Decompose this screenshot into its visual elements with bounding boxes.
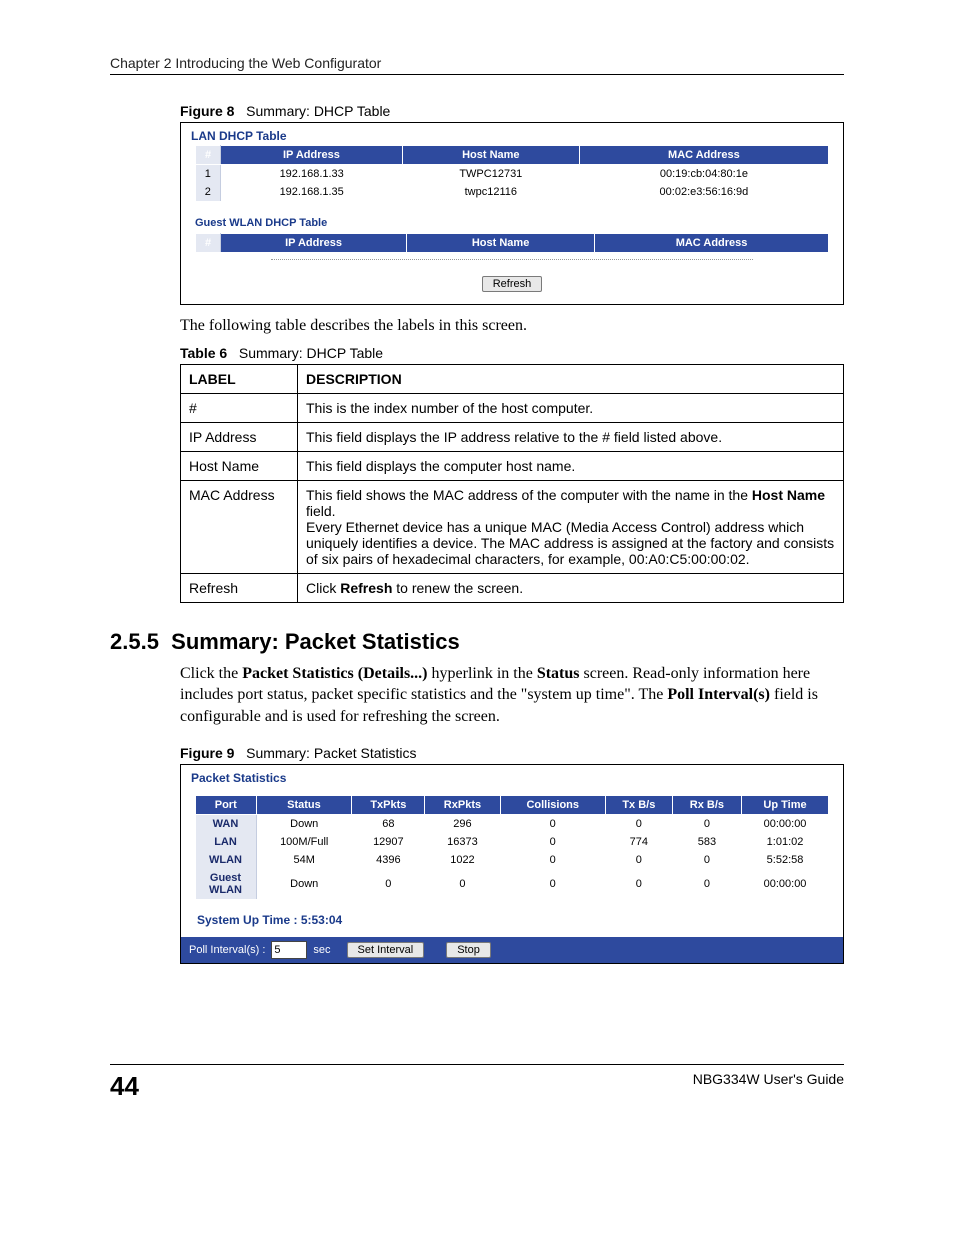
figure8-caption: Figure 8 Summary: DHCP Table — [180, 103, 844, 119]
chapter-title: Chapter 2 Introducing the Web Configurat… — [110, 55, 381, 71]
col-host: Host Name — [402, 146, 579, 165]
head-label: LABEL — [181, 364, 298, 393]
lan-dhcp-table: # IP Address Host Name MAC Address 1 192… — [195, 145, 829, 201]
table6-caption: Table 6 Summary: DHCP Table — [180, 345, 844, 361]
table6: LABEL DESCRIPTION # This is the index nu… — [180, 364, 844, 603]
figure8-screenshot: LAN DHCP Table # IP Address Host Name MA… — [180, 122, 844, 305]
table-row: WLAN54M439610220005:52:58 — [196, 851, 829, 869]
chapter-header: Chapter 2 Introducing the Web Configurat… — [110, 55, 844, 75]
packet-stats-table: Port Status TxPkts RxPkts Collisions Tx … — [195, 795, 829, 899]
figure9-screenshot: Packet Statistics Port Status TxPkts RxP… — [180, 764, 844, 964]
poll-footer: Poll Interval(s) : sec Set Interval Stop — [181, 937, 843, 963]
between-text: The following table describes the labels… — [180, 315, 844, 337]
table-row: 2 192.168.1.35 twpc12116 00:02:e3:56:16:… — [196, 183, 829, 201]
guest-wlan-dhcp-title: Guest WLAN DHCP Table — [181, 207, 843, 233]
refresh-button[interactable]: Refresh — [482, 276, 543, 292]
system-up-time: System Up Time : 5:53:04 — [181, 909, 843, 937]
stop-button[interactable]: Stop — [446, 942, 491, 958]
table-row: Host Name This field displays the comput… — [181, 451, 844, 480]
table-row: MAC Address This field shows the MAC add… — [181, 480, 844, 573]
lan-dhcp-title: LAN DHCP Table — [181, 123, 843, 145]
col-num: # — [196, 146, 221, 165]
figure9-caption: Figure 9 Summary: Packet Statistics — [180, 745, 844, 761]
poll-interval-input[interactable] — [271, 941, 307, 959]
section-heading: 2.5.5 Summary: Packet Statistics — [110, 629, 844, 655]
table-row: LAN100M/Full129071637307745831:01:02 — [196, 833, 829, 851]
poll-unit: sec — [313, 944, 330, 956]
table-row: Guest WLANDown0000000:00:00 — [196, 869, 829, 899]
table-row: WANDown6829600000:00:00 — [196, 815, 829, 834]
table-row: IP Address This field displays the IP ad… — [181, 422, 844, 451]
page-footer: 44 NBG334W User's Guide — [110, 1064, 844, 1102]
table-row: Refresh Click Refresh to renew the scree… — [181, 573, 844, 602]
page-number: 44 — [110, 1071, 139, 1102]
head-desc: DESCRIPTION — [298, 364, 844, 393]
poll-label: Poll Interval(s) : — [189, 944, 265, 956]
guest-wlan-dhcp-table: # IP Address Host Name MAC Address — [195, 233, 829, 253]
table-row: 1 192.168.1.33 TWPC12731 00:19:cb:04:80:… — [196, 165, 829, 184]
col-mac: MAC Address — [579, 146, 828, 165]
guide-name: NBG334W User's Guide — [693, 1071, 844, 1102]
section-body: Click the Packet Statistics (Details...)… — [180, 663, 844, 728]
table-row: # This is the index number of the host c… — [181, 393, 844, 422]
separator — [271, 259, 753, 260]
col-ip: IP Address — [221, 146, 403, 165]
set-interval-button[interactable]: Set Interval — [347, 942, 425, 958]
packet-stats-title: Packet Statistics — [181, 765, 843, 795]
